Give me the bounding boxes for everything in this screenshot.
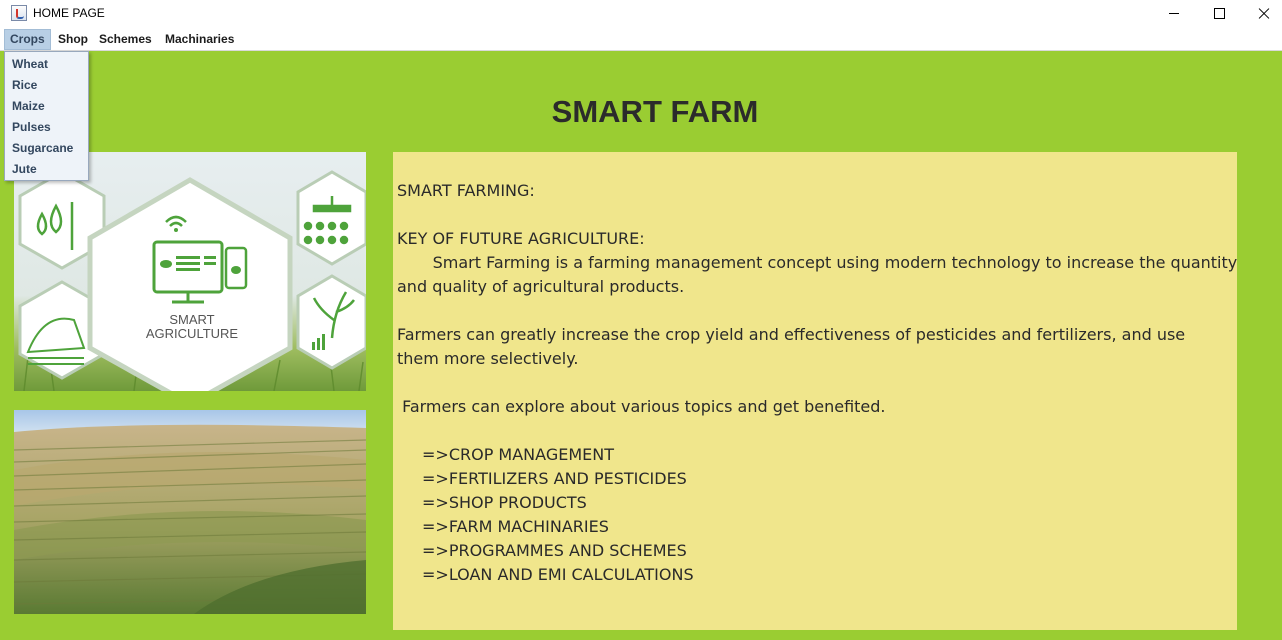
menu-schemes[interactable]: Schemes	[94, 29, 157, 50]
window-title: HOME PAGE	[33, 6, 105, 20]
info-paragraph-1-line-2: and quality of agricultural products.	[397, 277, 685, 296]
topic-item: =>LOAN AND EMI CALCULATIONS	[422, 565, 694, 584]
close-button[interactable]	[1241, 0, 1282, 28]
info-heading: SMART FARMING:	[397, 181, 535, 200]
smart-agriculture-illustration: SMART AGRICULTURE	[18, 170, 366, 391]
info-paragraph-1-line-1: Smart Farming is a farming management co…	[397, 253, 1238, 272]
menu-item-rice[interactable]: Rice	[5, 75, 88, 96]
crop-field-image	[14, 410, 366, 614]
menu-item-sugarcane[interactable]: Sugarcane	[5, 138, 88, 159]
info-paragraph-3: Farmers can explore about various topics…	[397, 397, 886, 416]
menu-bar: Crops Shop Schemes Machinaries	[0, 29, 1282, 51]
crop-field-illustration	[14, 410, 366, 614]
topic-item: =>FERTILIZERS AND PESTICIDES	[422, 469, 687, 488]
info-subheading: KEY OF FUTURE AGRICULTURE:	[397, 229, 645, 248]
topic-item: =>CROP MANAGEMENT	[422, 445, 614, 464]
smart-label: SMART	[169, 312, 214, 327]
menu-machinaries[interactable]: Machinaries	[160, 29, 239, 50]
menu-item-pulses[interactable]: Pulses	[5, 117, 88, 138]
info-paragraph-2-line-1: Farmers can greatly increase the crop yi…	[397, 325, 1186, 344]
info-paragraph-2-line-2: them more selectively.	[397, 349, 579, 368]
java-app-icon	[11, 5, 27, 21]
menu-item-wheat[interactable]: Wheat	[5, 54, 88, 75]
topic-item: =>PROGRAMMES AND SCHEMES	[422, 541, 687, 560]
smart-agriculture-image: SMART AGRICULTURE	[14, 152, 366, 391]
maximize-button[interactable]	[1196, 0, 1242, 28]
page-title: SMART FARM	[551, 94, 759, 129]
minimize-button[interactable]	[1151, 0, 1197, 28]
crops-dropdown-menu: Wheat Rice Maize Pulses Sugarcane Jute	[4, 51, 89, 181]
agriculture-label: AGRICULTURE	[146, 326, 239, 341]
menu-item-maize[interactable]: Maize	[5, 96, 88, 117]
info-panel: SMART FARMING: KEY OF FUTURE AGRICULTURE…	[393, 152, 1237, 630]
hexagon-plant-icon	[296, 274, 366, 370]
topic-item: =>SHOP PRODUCTS	[422, 493, 587, 512]
main-content: SMART FARM SMART AGRICULTURE SMART FARMI…	[0, 51, 1282, 640]
menu-crops[interactable]: Crops	[4, 29, 51, 50]
menu-item-jute[interactable]: Jute	[5, 159, 88, 180]
topic-item: =>FARM MACHINARIES	[422, 517, 609, 536]
menu-shop[interactable]: Shop	[53, 29, 93, 50]
title-bar[interactable]: HOME PAGE	[0, 0, 1282, 28]
app-window: HOME PAGE Crops Shop Schemes Machinaries…	[0, 0, 1282, 640]
hexagon-drone-icon	[296, 170, 366, 266]
